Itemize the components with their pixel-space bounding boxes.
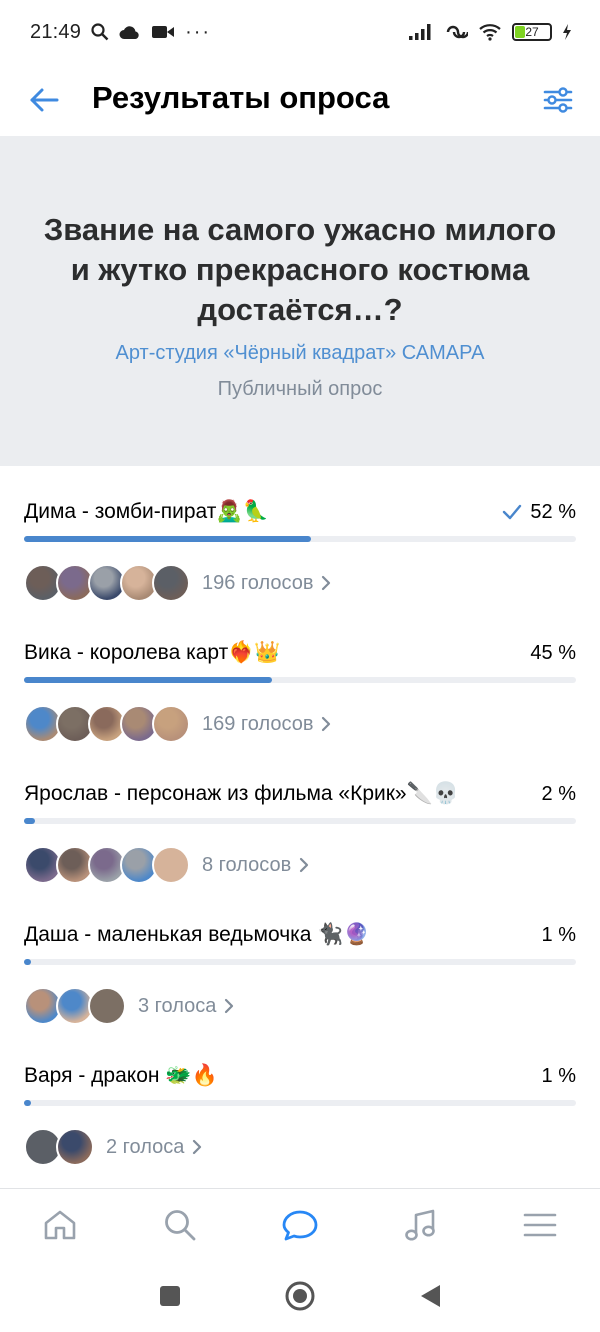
option-progress-fill [24, 1100, 31, 1106]
votes-count: 169 голосов [202, 712, 314, 735]
home-system-button[interactable] [280, 1276, 320, 1316]
votes-count: 3 голоса [138, 994, 217, 1017]
option-progress-bar [24, 677, 576, 683]
option-label: Варя - дракон 🐲🔥 [24, 1064, 218, 1087]
voter-avatars[interactable] [24, 1128, 94, 1166]
search-icon [91, 23, 109, 41]
poll-option-1[interactable]: Дима - зомби-пират🧟‍♂️🦜 52 % 196 голосов [24, 496, 576, 602]
option-progress-fill [24, 677, 273, 683]
checkmark-icon [503, 504, 522, 520]
option-label: Даша - маленькая ведьмочка 🐈‍⬛🔮 [24, 923, 370, 946]
option-percent: 45 % [530, 641, 576, 664]
back-button[interactable] [22, 78, 66, 122]
chevron-right-icon [322, 575, 331, 591]
signal-icon [409, 24, 431, 40]
option-progress-bar [24, 536, 576, 542]
status-time: 21:49 [30, 20, 82, 43]
tab-menu[interactable] [510, 1195, 570, 1255]
status-bar: 21:49 ··· 27 [0, 0, 600, 64]
bottom-tab-bar [0, 1188, 600, 1260]
option-progress-fill [24, 536, 312, 542]
option-percent: 1 % [541, 1064, 576, 1087]
votes-count: 196 голосов [202, 571, 314, 594]
voter-avatars[interactable] [24, 564, 190, 602]
tab-messages[interactable] [270, 1195, 330, 1255]
recents-button[interactable] [150, 1276, 190, 1316]
system-navigation [0, 1260, 600, 1332]
messages-icon [282, 1210, 318, 1240]
option-label: Ярослав - персонаж из фильма «Крик»🔪💀 [24, 782, 459, 805]
voter-avatar[interactable] [56, 1128, 94, 1166]
votes-count: 8 голосов [202, 853, 292, 876]
page-title: Результаты опроса [92, 80, 390, 115]
voter-avatars[interactable] [24, 705, 190, 743]
votes-link[interactable]: 2 голоса [106, 1136, 202, 1159]
chevron-right-icon [193, 1139, 202, 1155]
option-progress-fill [24, 959, 31, 965]
battery-icon: 27 [512, 23, 552, 41]
option-percent: 52 % [530, 500, 576, 523]
chevron-right-icon [300, 857, 309, 873]
sliders-icon [543, 87, 573, 113]
tab-music[interactable] [390, 1195, 450, 1255]
arrow-left-icon [30, 88, 59, 112]
tab-search[interactable] [150, 1195, 210, 1255]
option-progress-fill [24, 818, 36, 824]
option-percent: 1 % [541, 923, 576, 946]
votes-link[interactable]: 3 голоса [138, 995, 234, 1018]
app-header: Результаты опроса [0, 64, 600, 136]
hotspot-icon [446, 25, 468, 39]
voter-avatar[interactable] [152, 705, 190, 743]
votes-count: 2 голоса [106, 1135, 185, 1158]
tab-home[interactable] [30, 1195, 90, 1255]
poll-author-link[interactable]: Арт-студия «Чёрный квадрат» САМАРА [0, 342, 600, 365]
chevron-right-icon [322, 716, 331, 732]
poll-option-3[interactable]: Ярослав - персонаж из фильма «Крик»🔪💀 2 … [24, 778, 576, 884]
video-icon [152, 26, 175, 38]
wifi-icon [479, 24, 501, 41]
votes-link[interactable]: 169 голосов [202, 713, 331, 736]
option-progress-bar [24, 1100, 576, 1106]
battery-level: 27 [525, 25, 539, 39]
option-voters[interactable]: 196 голосов [24, 564, 576, 602]
music-icon [405, 1209, 435, 1240]
recents-icon [160, 1286, 180, 1306]
votes-link[interactable]: 196 голосов [202, 572, 331, 595]
poll-option-5[interactable]: Варя - дракон 🐲🔥 1 % 2 голоса [24, 1060, 576, 1166]
voter-avatars[interactable] [24, 987, 126, 1025]
option-voters[interactable]: 2 голоса [24, 1128, 576, 1166]
poll-option-2[interactable]: Вика - королева карт❤️‍🔥👑 45 % 169 голос… [24, 637, 576, 743]
option-voters[interactable]: 8 голосов [24, 846, 576, 884]
voter-avatar[interactable] [152, 846, 190, 884]
poll-type: Публичный опрос [217, 378, 383, 400]
option-voters[interactable]: 169 голосов [24, 705, 576, 743]
poll-option-4[interactable]: Даша - маленькая ведьмочка 🐈‍⬛🔮 1 % 3 го… [24, 919, 576, 1025]
home-icon [44, 1210, 76, 1239]
poll-header: Звание на самого ужасно милого и жутко п… [0, 136, 600, 466]
more-icon: ··· [185, 20, 212, 43]
chevron-right-icon [225, 998, 234, 1014]
voter-avatars[interactable] [24, 846, 190, 884]
home-circle-icon [285, 1281, 315, 1311]
voter-avatar[interactable] [88, 987, 126, 1025]
back-system-button[interactable] [410, 1276, 450, 1316]
option-progress-bar [24, 818, 576, 824]
votes-link[interactable]: 8 голосов [202, 854, 309, 877]
option-label: Вика - королева карт❤️‍🔥👑 [24, 641, 281, 664]
filter-button[interactable] [536, 78, 580, 122]
menu-icon [523, 1213, 557, 1236]
search-icon [165, 1209, 196, 1240]
option-voters[interactable]: 3 голоса [24, 987, 576, 1025]
voter-avatar[interactable] [152, 564, 190, 602]
cloud-icon [119, 26, 139, 39]
charging-icon [563, 24, 571, 40]
option-progress-bar [24, 959, 576, 965]
back-triangle-icon [421, 1285, 440, 1307]
option-label: Дима - зомби-пират🧟‍♂️🦜 [24, 500, 269, 523]
option-percent: 2 % [541, 782, 576, 805]
poll-question: Звание на самого ужасно милого и жутко п… [43, 212, 557, 327]
